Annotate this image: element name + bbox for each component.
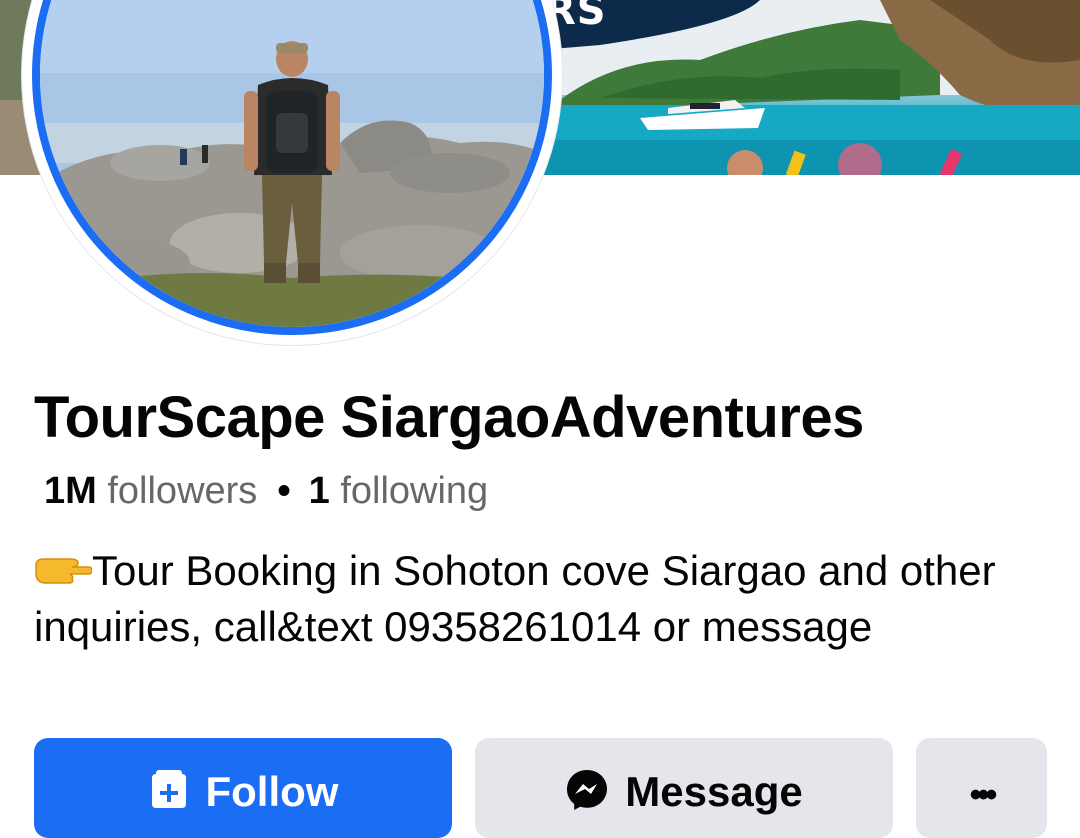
more-options-button[interactable]: ••• [916,738,1047,838]
message-button[interactable]: Message [475,738,893,838]
pointing-right-emoji-icon [35,558,92,584]
followers-label: followers [107,470,258,512]
follow-label: Follow [205,768,339,815]
page-bio: Tour Booking in Sohoton cove Siargao and… [34,543,1034,655]
message-label: Message [625,768,803,815]
following-link[interactable]: 1 following [309,470,489,512]
bio-text: Tour Booking in Sohoton cove Siargao and… [34,547,996,650]
avatar-photo [40,0,544,327]
following-count: 1 [308,470,330,512]
messenger-icon [565,768,609,822]
follow-button[interactable]: Follow [34,738,452,838]
following-label: following [340,470,489,512]
page-title: TourScape SiargaoAdventures [34,385,864,450]
profile-picture[interactable] [22,0,562,345]
stats-separator: • [277,470,291,512]
followers-count: 1M [44,470,97,512]
more-icon: ••• [969,776,998,814]
add-friend-icon [148,768,190,820]
story-ring [32,0,552,335]
followers-link[interactable]: 1M followers [44,470,257,512]
follow-stats: 1M followers • 1 following [44,470,488,513]
